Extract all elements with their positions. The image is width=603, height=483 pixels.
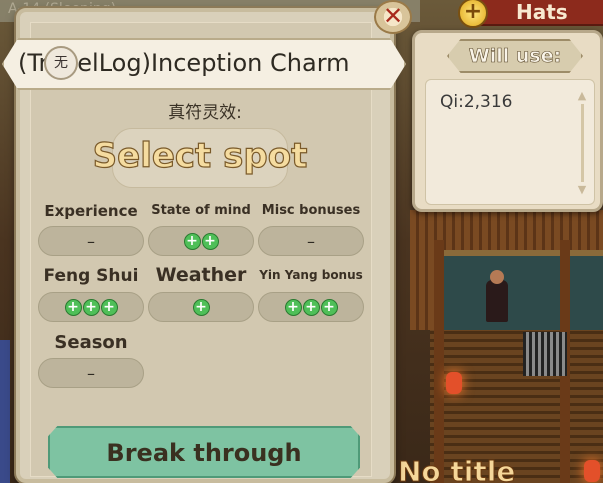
yin-yang-bonus-value: + + + <box>258 292 364 322</box>
building-floor <box>440 250 603 330</box>
plus-icon: + <box>192 298 210 316</box>
misc-bonuses-value: – <box>258 226 364 256</box>
season-value: – <box>38 358 144 388</box>
weather-value: + <box>148 292 254 322</box>
building-pillar <box>434 240 444 483</box>
plus-icon: + <box>82 298 100 316</box>
lantern-icon <box>584 460 600 482</box>
experience-label: Experience <box>44 202 138 220</box>
feng-shui-label: Feng Shui <box>43 266 139 286</box>
lantern-icon <box>446 372 462 394</box>
qi-cost-text: Qi:2,316 <box>440 92 513 112</box>
plus-icon: + <box>64 298 82 316</box>
experience-value: – <box>38 226 144 256</box>
weather-label: Weather <box>155 264 247 286</box>
misc-bonuses-label: Misc bonuses <box>261 203 361 218</box>
plus-icon: + <box>302 298 320 316</box>
yin-yang-bonus-label: Yin Yang bonus <box>259 268 363 282</box>
charm-effect-label: 真符灵效: <box>168 103 242 123</box>
plus-icon: + <box>320 298 338 316</box>
will-use-panel: Will use: Qi:2,316 ▲ ▼ <box>412 30 603 212</box>
scroll-thumb[interactable] <box>581 104 584 182</box>
plus-icon: + <box>100 298 118 316</box>
charm-badge-icon: 无 <box>44 46 78 80</box>
character-sprite[interactable] <box>486 270 508 322</box>
state-of-mind-value: + + <box>148 226 254 256</box>
will-use-title: Will use: <box>447 39 583 73</box>
hats-label[interactable]: Hats <box>516 0 568 24</box>
scrollbar[interactable]: ▲ ▼ <box>576 90 588 196</box>
season-label: Season <box>54 332 128 353</box>
state-of-mind-label: State of mind <box>151 203 251 218</box>
break-through-button[interactable]: Break through <box>48 426 360 478</box>
close-button[interactable]: ✕ <box>374 0 412 34</box>
plus-icon: + <box>201 232 219 250</box>
no-title-banner: No title <box>397 455 516 483</box>
scroll-up-icon[interactable]: ▲ <box>576 90 588 102</box>
select-spot-label[interactable]: Select spot <box>80 135 320 176</box>
background-edge <box>0 340 10 483</box>
plus-icon: + <box>284 298 302 316</box>
gate-sprite <box>523 332 567 376</box>
feng-shui-value: + + + <box>38 292 144 322</box>
will-use-list: Qi:2,316 ▲ ▼ <box>425 79 595 205</box>
scroll-down-icon[interactable]: ▼ <box>576 184 588 196</box>
plus-icon: + <box>183 232 201 250</box>
